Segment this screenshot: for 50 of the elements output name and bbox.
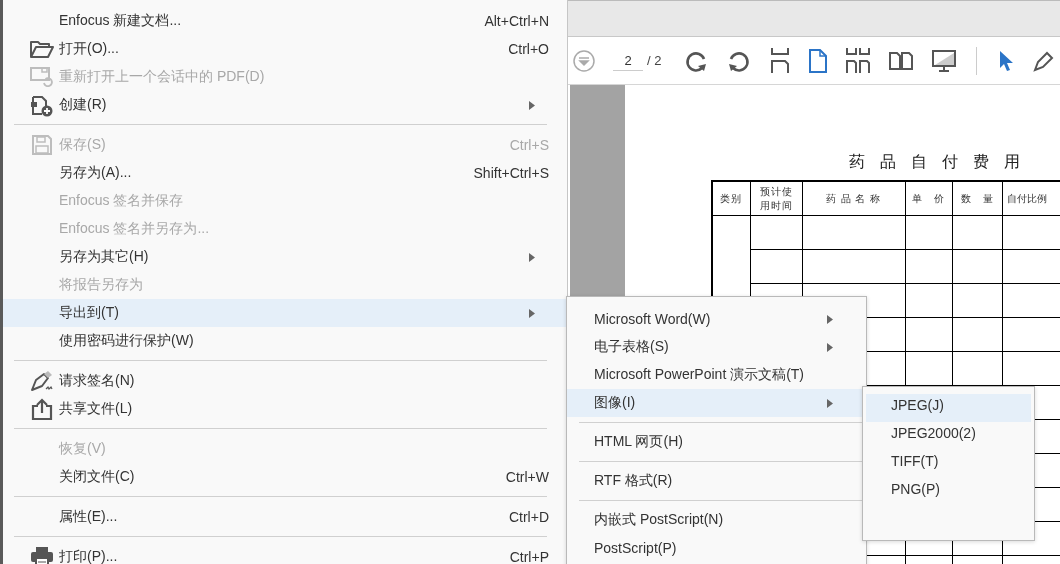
menu-item[interactable]: PostScript(P)	[567, 534, 866, 562]
menu-item[interactable]: HTML 网页(H)	[567, 428, 866, 456]
menu-item[interactable]: 电子表格(S)	[567, 333, 866, 361]
submenu-arrow-icon	[529, 252, 535, 262]
menu-item[interactable]: 使用密码进行保护(W)	[3, 327, 567, 355]
document-title: 药 品 自 付 费 用	[849, 152, 1027, 173]
split-pages-icon[interactable]	[770, 47, 791, 74]
pen-icon[interactable]	[1033, 49, 1056, 72]
menu-item[interactable]: JPEG2000(2)	[866, 422, 1031, 450]
table-header: 预计使用时间	[750, 181, 802, 216]
menu-item[interactable]: Microsoft PowerPoint 演示文稿(T)	[567, 361, 866, 389]
submenu-arrow-icon	[827, 398, 833, 408]
two-pages-icon[interactable]	[889, 51, 914, 70]
menu-item[interactable]: 导出到(T)	[3, 299, 567, 327]
page-number-field[interactable]: 2	[613, 50, 643, 71]
pen-icon	[30, 370, 54, 392]
share-icon	[31, 398, 53, 420]
menu-item[interactable]: 请求签名(N)	[3, 367, 567, 395]
menu-item[interactable]: Enfocus 新建文档... Alt+Ctrl+N	[3, 7, 567, 35]
submenu-arrow-icon	[827, 342, 833, 352]
menu-item[interactable]: TIFF(T)	[866, 450, 1031, 478]
menu-item[interactable]: 关闭文件(C) Ctrl+W	[3, 463, 567, 491]
cursor-icon[interactable]	[998, 49, 1015, 72]
page-total: / 2	[647, 53, 662, 68]
table-header: 单 价	[905, 181, 952, 216]
menu-item[interactable]: Microsoft Word(W)	[567, 305, 866, 333]
menu-item[interactable]: 共享文件(L)	[3, 395, 567, 423]
submenu-arrow-icon	[529, 308, 535, 318]
menu-item[interactable]: RTF 格式(R)	[567, 467, 866, 495]
submenu-arrow-icon	[827, 314, 833, 324]
menu-item[interactable]: PNG(P)	[866, 478, 1031, 506]
menu-item[interactable]: 另存为(A)... Shift+Ctrl+S	[3, 159, 567, 187]
monitor-icon[interactable]	[932, 49, 957, 72]
create-document-icon	[30, 93, 54, 117]
menu-item[interactable]: 打印(P)... Ctrl+P	[3, 543, 567, 564]
menu-item[interactable]: 打开(O)... Ctrl+O	[3, 35, 567, 63]
single-page-icon[interactable]	[809, 48, 828, 73]
save-icon	[31, 134, 53, 156]
reopen-icon	[30, 66, 54, 88]
menu-item[interactable]: 内嵌式 PostScript(N)	[567, 506, 866, 534]
submenu-arrow-icon	[529, 100, 535, 110]
menu-item[interactable]: 创建(R)	[3, 91, 567, 119]
table-header: 类别	[712, 181, 750, 216]
table-header: 数 量	[952, 181, 1002, 216]
folder-icon	[30, 39, 54, 59]
grid-pages-icon[interactable]	[846, 47, 871, 74]
menu-item[interactable]: 属性(E)... Ctrl+D	[3, 503, 567, 531]
menu-item[interactable]: JPEG(J)	[866, 394, 1031, 422]
table-header: 药 品 名 称	[802, 181, 905, 216]
menu-item[interactable]: 另存为其它(H)	[3, 243, 567, 271]
